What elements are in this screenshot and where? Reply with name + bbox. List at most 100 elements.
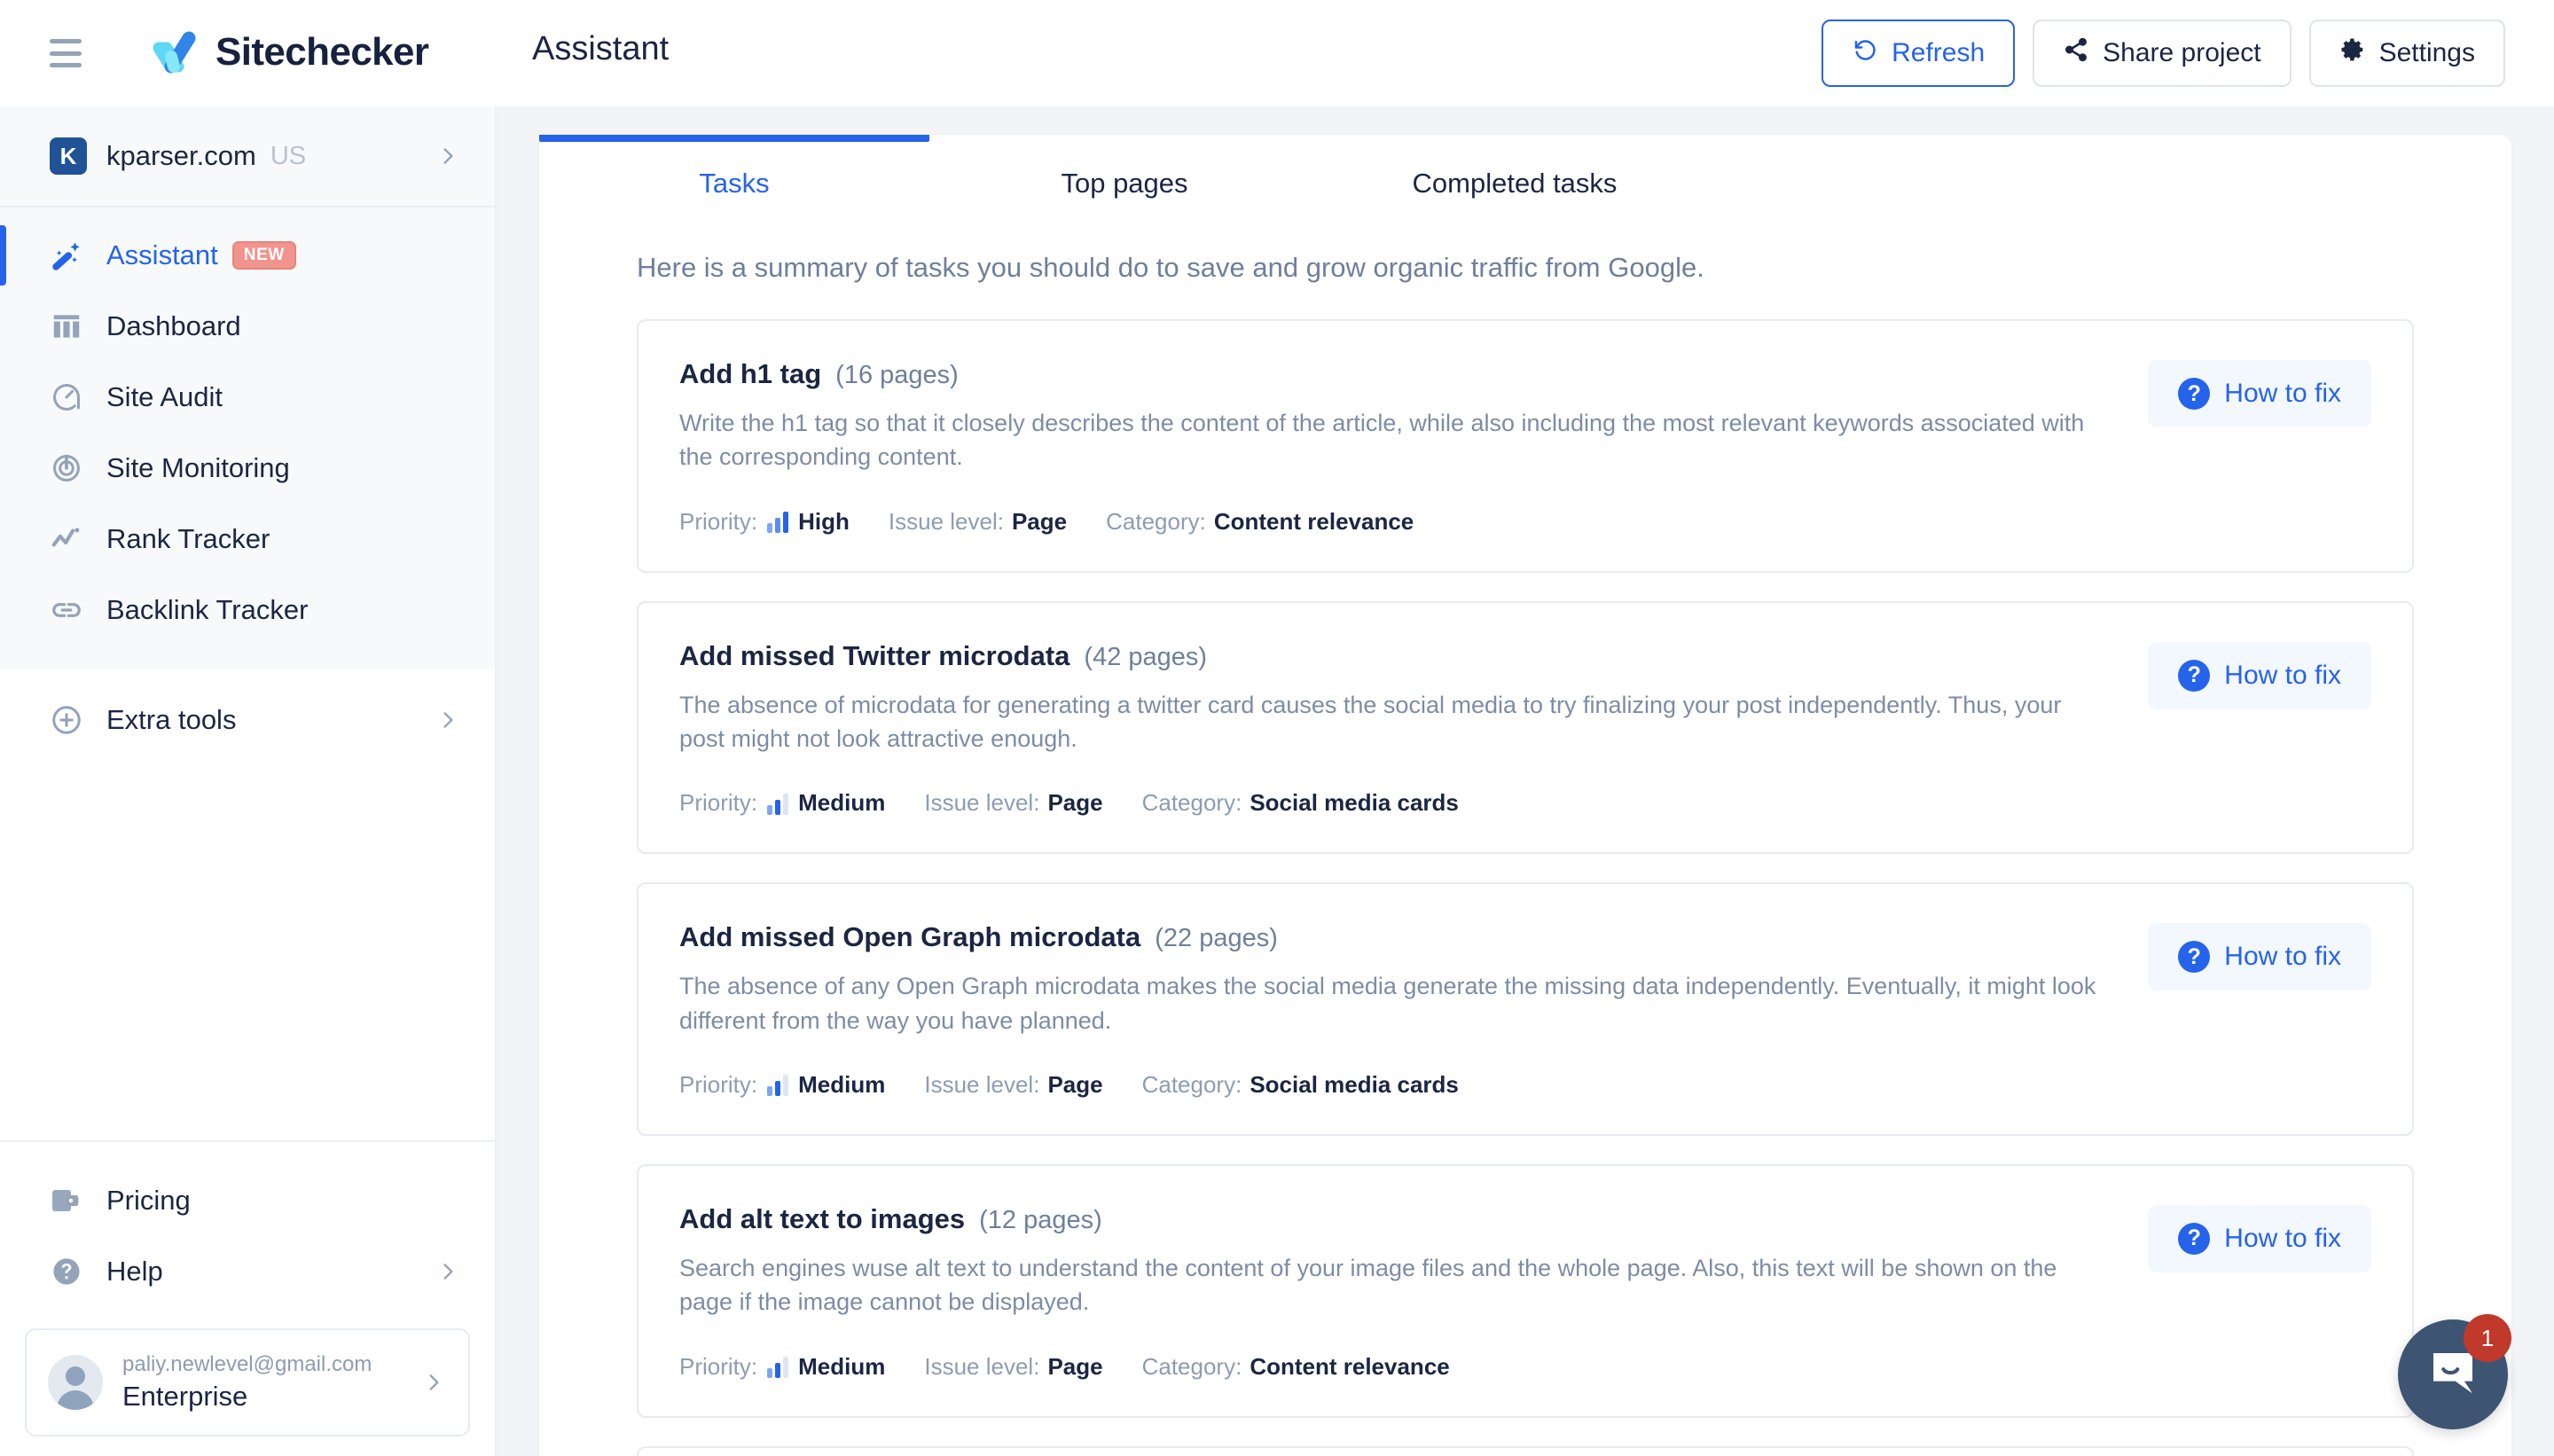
sidebar-nav-extra: Extra tools (0, 669, 495, 755)
sidebar-item-help[interactable]: Help (0, 1236, 495, 1307)
issue-level-label: Issue level: (924, 1070, 1040, 1098)
magic-wand-icon (50, 238, 90, 273)
task-title: Add alt text to images (679, 1202, 966, 1234)
radar-pulse-icon (50, 451, 90, 485)
refresh-button[interactable]: Refresh (1821, 20, 2016, 87)
share-icon (2063, 36, 2089, 70)
task-card: Add alt text to images (12 pages) Search… (637, 1163, 2414, 1418)
sitechecker-checkmark-icon (146, 25, 201, 80)
account-text: paliy.newlevel@gmail.com Enterprise (122, 1352, 372, 1413)
account-plan: Enterprise (122, 1381, 248, 1412)
category-value: Content relevance (1213, 507, 1414, 535)
priority-meta: Priority: Medium (679, 1071, 885, 1099)
issue-level-value: Page (1047, 1070, 1103, 1098)
settings-label: Settings (2378, 38, 2475, 67)
category-meta: Category: Content relevance (1106, 508, 1414, 536)
refresh-label: Refresh (1892, 38, 1986, 67)
question-circle-icon (50, 1255, 90, 1288)
how-to-fix-button[interactable]: ? How to fix (2148, 1204, 2371, 1272)
sidebar-item-assistant[interactable]: Assistant NEW (0, 220, 495, 291)
task-body: Add alt text to images (12 pages) Search… (679, 1203, 2148, 1381)
tab-tasks[interactable]: Tasks (539, 135, 929, 232)
priority-bars-icon (767, 1073, 789, 1097)
category-value: Social media cards (1250, 1070, 1459, 1098)
task-description: Write the h1 tag so that it closely desc… (679, 410, 2085, 471)
brand-name: Sitechecker (215, 30, 429, 74)
priority-meta: Priority: Medium (679, 1353, 885, 1381)
category-meta: Category: Social media cards (1142, 1071, 1459, 1099)
issue-level-meta: Issue level: Page (924, 1353, 1102, 1381)
task-title: Add h1 tag (679, 358, 822, 389)
tab-completed-tasks[interactable]: Completed tasks (1320, 135, 1710, 232)
page-title: Assistant (532, 30, 670, 67)
intercom-launcher-button[interactable]: 1 (2398, 1314, 2511, 1429)
how-to-fix-button[interactable]: ? How to fix (2148, 360, 2371, 427)
wallet-icon (50, 1185, 90, 1217)
priority-bars-icon (767, 1355, 789, 1379)
category-value: Social media cards (1250, 789, 1459, 817)
project-locale: US (270, 141, 307, 170)
sidebar-item-label: Site Monitoring (106, 452, 290, 483)
priority-value: Medium (798, 1352, 886, 1380)
share-project-label: Share project (2103, 38, 2261, 67)
sidebar-footer: Pricing Help paliy.newlevel@gmail.com En… (0, 1140, 495, 1456)
task-page-count: (42 pages) (1084, 642, 1208, 671)
issue-level-value: Page (1047, 789, 1103, 817)
category-meta: Category: Social media cards (1142, 789, 1459, 817)
how-to-fix-button[interactable]: ? How to fix (2148, 923, 2371, 991)
project-avatar-icon: K (50, 137, 87, 175)
sidebar-item-label: Site Audit (106, 381, 223, 412)
sidebar-item-site-audit[interactable]: Site Audit (0, 362, 495, 433)
assistant-panel: Tasks Top pages Completed tasks Here is … (539, 135, 2511, 1456)
category-value: Content relevance (1250, 1352, 1450, 1380)
task-description: The absence of microdata for generating … (679, 691, 2062, 752)
link-chain-icon (50, 593, 90, 627)
project-selector[interactable]: K kparser.com US (0, 106, 495, 207)
summary-text: Here is a summary of tasks you should do… (637, 252, 1704, 283)
avatar (48, 1355, 103, 1410)
priority-bars-icon (767, 792, 789, 815)
sidebar-item-label: Pricing (106, 1185, 191, 1216)
issue-level-meta: Issue level: Page (889, 508, 1067, 536)
settings-button[interactable]: Settings (2308, 20, 2505, 87)
tab-top-pages[interactable]: Top pages (929, 135, 1320, 232)
sidebar-item-site-monitoring[interactable]: Site Monitoring (0, 433, 495, 504)
task-card: Add HTML lang attribute (1 pages) Althou… (637, 1445, 2414, 1456)
priority-label: Priority: (679, 789, 758, 817)
chevron-right-icon (436, 708, 459, 732)
priority-value: High (798, 507, 850, 535)
sidebar-item-pricing[interactable]: Pricing (0, 1165, 495, 1236)
main-area: Tasks Top pages Completed tasks Here is … (497, 106, 2554, 1456)
category-meta: Category: Content relevance (1142, 1353, 1450, 1381)
task-header: Add missed Open Graph microdata (22 page… (679, 921, 2112, 953)
task-card: Add missed Open Graph microdata (22 page… (637, 882, 2414, 1136)
intercom-unread-badge: 1 (2464, 1314, 2511, 1362)
share-project-button[interactable]: Share project (2033, 20, 2292, 87)
task-title: Add missed Twitter microdata (679, 639, 1070, 671)
refresh-icon (1852, 36, 1878, 70)
sidebar-item-label: Backlink Tracker (106, 594, 309, 625)
sidebar-item-backlink-tracker[interactable]: Backlink Tracker (0, 575, 495, 646)
how-to-fix-label: How to fix (2224, 1223, 2341, 1253)
priority-value: Medium (798, 789, 886, 817)
priority-label: Priority: (679, 507, 758, 535)
question-mark-icon: ? (2178, 378, 2211, 410)
account-card[interactable]: paliy.newlevel@gmail.com Enterprise (25, 1328, 470, 1436)
brand-logo[interactable]: Sitechecker (146, 25, 429, 80)
task-meta: Priority: Medium Issue level: Page Categ… (679, 789, 2112, 817)
hamburger-menu-icon[interactable] (50, 39, 82, 67)
tab-bar: Tasks Top pages Completed tasks (539, 135, 2511, 232)
task-card: Add h1 tag (16 pages) Write the h1 tag s… (637, 319, 2414, 573)
priority-value: Medium (798, 1070, 886, 1098)
category-label: Category: (1141, 1352, 1242, 1380)
how-to-fix-button[interactable]: ? How to fix (2148, 641, 2371, 709)
sidebar-item-rank-tracker[interactable]: Rank Tracker (0, 504, 495, 575)
issue-level-value: Page (1047, 1352, 1103, 1380)
sidebar-item-extra-tools[interactable]: Extra tools (0, 685, 495, 755)
top-bar: Sitechecker Assistant Refresh Share proj… (0, 0, 2554, 106)
priority-label: Priority: (679, 1352, 758, 1380)
question-mark-icon: ? (2178, 941, 2211, 974)
sidebar-item-dashboard[interactable]: Dashboard (0, 291, 495, 362)
new-badge: NEW (231, 241, 296, 270)
task-meta: Priority: High Issue level: Page Categor… (679, 508, 2112, 536)
